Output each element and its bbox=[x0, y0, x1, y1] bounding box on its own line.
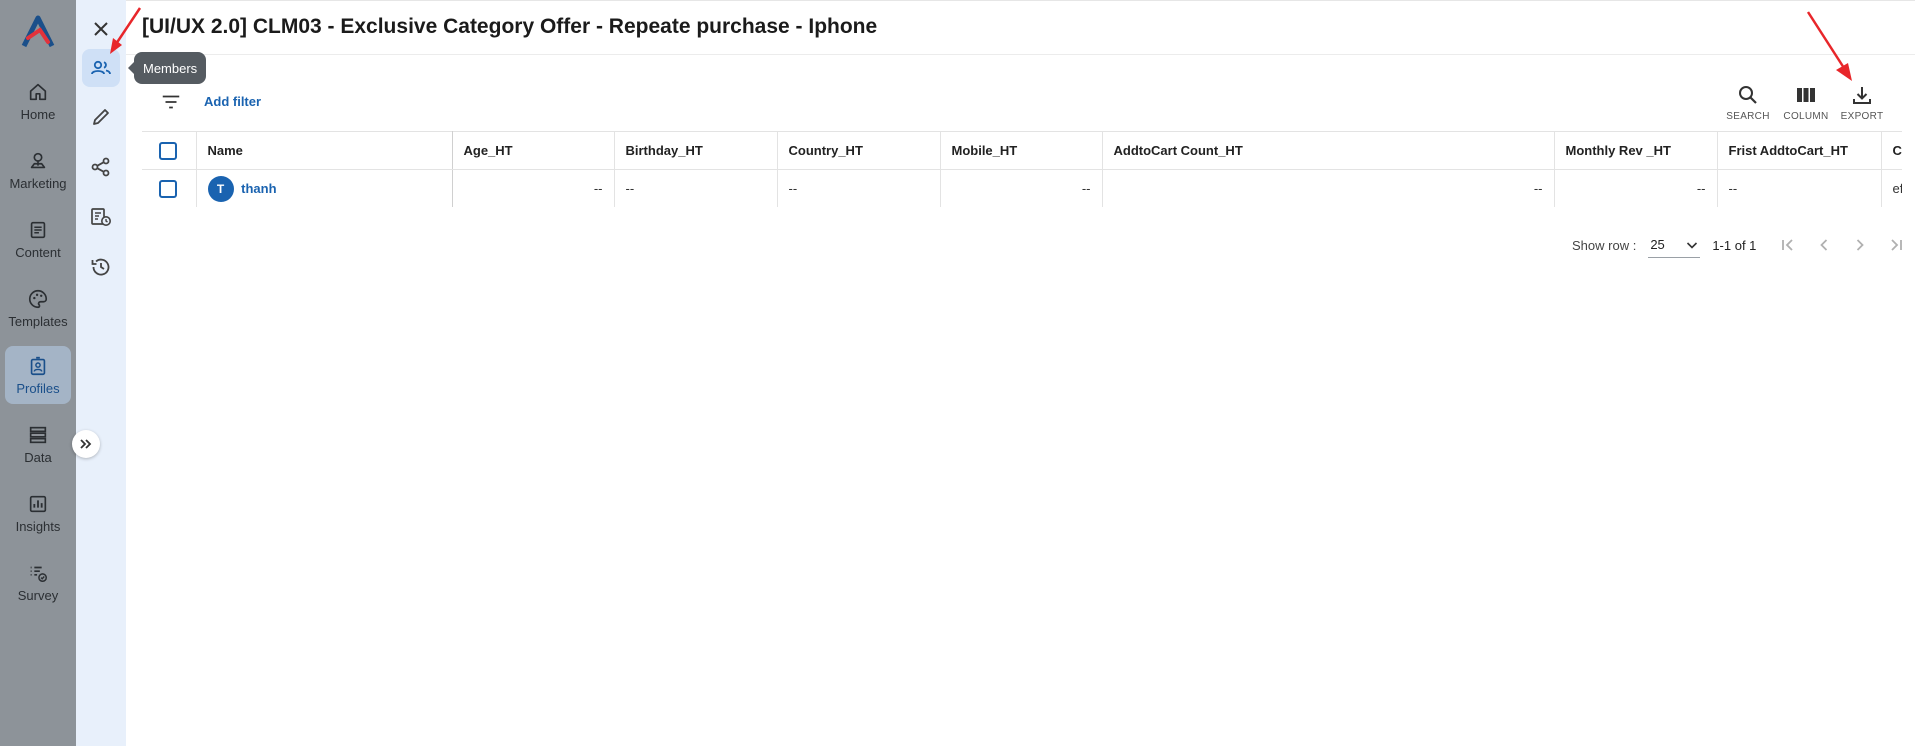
next-page-button[interactable] bbox=[1842, 235, 1878, 255]
nav-label-templates: Templates bbox=[8, 313, 68, 329]
main-panel: [UI/UX 2.0] CLM03 - Exclusive Category O… bbox=[126, 0, 1915, 746]
profile-name-link[interactable]: thanh bbox=[241, 181, 276, 196]
members-icon bbox=[91, 60, 111, 75]
first-page-button[interactable] bbox=[1770, 235, 1806, 255]
columns-icon bbox=[1797, 88, 1815, 102]
nav-item-templates[interactable]: Templates bbox=[5, 279, 71, 337]
nav-item-survey[interactable]: Survey bbox=[5, 553, 71, 611]
left-navigation: Home Marketing Content Templates Profile… bbox=[0, 0, 76, 746]
column-tool-button[interactable]: COLUMN bbox=[1781, 83, 1831, 122]
name-cell: T thanh bbox=[195, 169, 453, 207]
share-button[interactable] bbox=[82, 148, 120, 186]
mobile-cell: -- bbox=[939, 169, 1102, 207]
column-header-monthly-rev[interactable]: Monthly Rev _HT bbox=[1553, 131, 1717, 170]
avatar: T bbox=[207, 175, 234, 202]
app-logo[interactable] bbox=[18, 12, 58, 52]
row-select-cell bbox=[142, 169, 196, 207]
nav-label-home: Home bbox=[20, 106, 56, 122]
column-header-country[interactable]: Country_HT bbox=[776, 131, 940, 170]
history-icon bbox=[91, 258, 110, 276]
column-header-mobile[interactable]: Mobile_HT bbox=[939, 131, 1102, 170]
export-tool-label: EXPORT bbox=[1840, 111, 1884, 122]
column-header-birthday[interactable]: Birthday_HT bbox=[613, 131, 777, 170]
nav-item-data[interactable]: Data bbox=[5, 415, 71, 473]
truncated-cell: efc bbox=[1880, 169, 1902, 207]
last-page-button[interactable] bbox=[1878, 235, 1914, 255]
export-tool-button[interactable]: EXPORT bbox=[1837, 83, 1887, 122]
first-addtocart-cell: -- bbox=[1716, 169, 1881, 207]
column-header-first-addtocart[interactable]: Frist AddtoCart_HT bbox=[1716, 131, 1881, 170]
history-button[interactable] bbox=[82, 248, 120, 286]
column-header-truncated[interactable]: Cu bbox=[1880, 131, 1902, 170]
nav-item-content[interactable]: Content bbox=[5, 210, 71, 268]
column-header-addtocart-count[interactable]: AddtoCart Count_HT bbox=[1101, 131, 1554, 170]
country-cell: -- bbox=[776, 169, 940, 207]
chevron-left-icon bbox=[1820, 239, 1828, 251]
show-row-label: Show row : bbox=[1572, 237, 1637, 253]
nav-label-insights: Insights bbox=[15, 518, 61, 534]
previous-page-button[interactable] bbox=[1806, 235, 1842, 255]
members-tooltip: Members bbox=[127, 52, 207, 84]
scheduled-report-icon bbox=[91, 208, 111, 226]
monthly-rev-cell: -- bbox=[1553, 169, 1717, 207]
schedule-report-button[interactable] bbox=[82, 198, 120, 236]
download-icon bbox=[1853, 87, 1871, 104]
pencil-icon bbox=[93, 109, 109, 125]
nav-label-content: Content bbox=[15, 244, 61, 260]
nav-item-profiles[interactable]: Profiles bbox=[5, 346, 71, 404]
nav-label-survey: Survey bbox=[17, 587, 59, 603]
nav-label-data: Data bbox=[24, 449, 52, 465]
expand-sidebar-button[interactable] bbox=[72, 430, 100, 458]
search-tool-button[interactable]: SEARCH bbox=[1723, 83, 1773, 122]
members-table: Name Age_HT Birthday_HT Country_HT Mobil… bbox=[142, 131, 1902, 207]
select-all-cell bbox=[142, 131, 196, 170]
rows-per-page-select[interactable]: 25 bbox=[1648, 232, 1701, 258]
edit-button[interactable] bbox=[82, 98, 120, 136]
nav-item-home[interactable]: Home bbox=[5, 72, 71, 130]
palette-icon bbox=[29, 289, 48, 308]
marketing-icon bbox=[30, 152, 46, 168]
chevron-right-icon bbox=[1857, 239, 1865, 251]
rows-per-page-value: 25 bbox=[1650, 237, 1665, 252]
column-tool-label: COLUMN bbox=[1783, 111, 1829, 122]
column-header-age[interactable]: Age_HT bbox=[451, 131, 614, 170]
nav-label-marketing: Marketing bbox=[9, 175, 67, 191]
search-tool-label: SEARCH bbox=[1726, 111, 1770, 122]
title-divider bbox=[126, 54, 1915, 55]
nav-item-insights[interactable]: Insights bbox=[5, 484, 71, 542]
page-range: 1-1 of 1 bbox=[1712, 237, 1757, 253]
birthday-cell: -- bbox=[613, 169, 777, 207]
nav-item-marketing[interactable]: Marketing bbox=[5, 141, 71, 199]
page-title: [UI/UX 2.0] CLM03 - Exclusive Category O… bbox=[142, 15, 878, 38]
first-page-icon bbox=[1782, 239, 1794, 251]
double-chevron-right-icon bbox=[80, 439, 92, 449]
annotation-arrow-members bbox=[110, 7, 142, 54]
share-icon bbox=[91, 157, 110, 177]
survey-icon bbox=[30, 566, 47, 582]
addtocart-count-cell: -- bbox=[1101, 169, 1554, 207]
column-header-name[interactable]: Name bbox=[195, 131, 453, 170]
chevron-down-icon bbox=[1687, 241, 1698, 249]
row-checkbox[interactable] bbox=[159, 179, 177, 198]
select-all-checkbox[interactable] bbox=[159, 141, 177, 160]
profiles-icon bbox=[30, 356, 46, 375]
data-icon bbox=[29, 426, 47, 443]
annotation-arrow-export bbox=[1806, 11, 1852, 81]
pagination: Show row : 25 1-1 of 1 bbox=[1572, 232, 1914, 258]
home-icon bbox=[29, 83, 47, 100]
table-header-row: Name Age_HT Birthday_HT Country_HT Mobil… bbox=[142, 131, 1902, 170]
table-row[interactable]: T thanh -- -- -- -- -- -- -- efc bbox=[142, 169, 1902, 207]
age-cell: -- bbox=[451, 169, 614, 207]
nav-label-profiles: Profiles bbox=[16, 380, 60, 396]
members-table-container: Name Age_HT Birthday_HT Country_HT Mobil… bbox=[142, 131, 1902, 207]
content-icon bbox=[30, 221, 46, 238]
detail-rail bbox=[76, 0, 126, 746]
search-icon bbox=[1739, 86, 1757, 104]
filter-icon[interactable] bbox=[160, 91, 182, 113]
insights-icon bbox=[29, 495, 47, 512]
add-filter-link[interactable]: Add filter bbox=[204, 94, 261, 109]
last-page-icon bbox=[1891, 239, 1903, 251]
